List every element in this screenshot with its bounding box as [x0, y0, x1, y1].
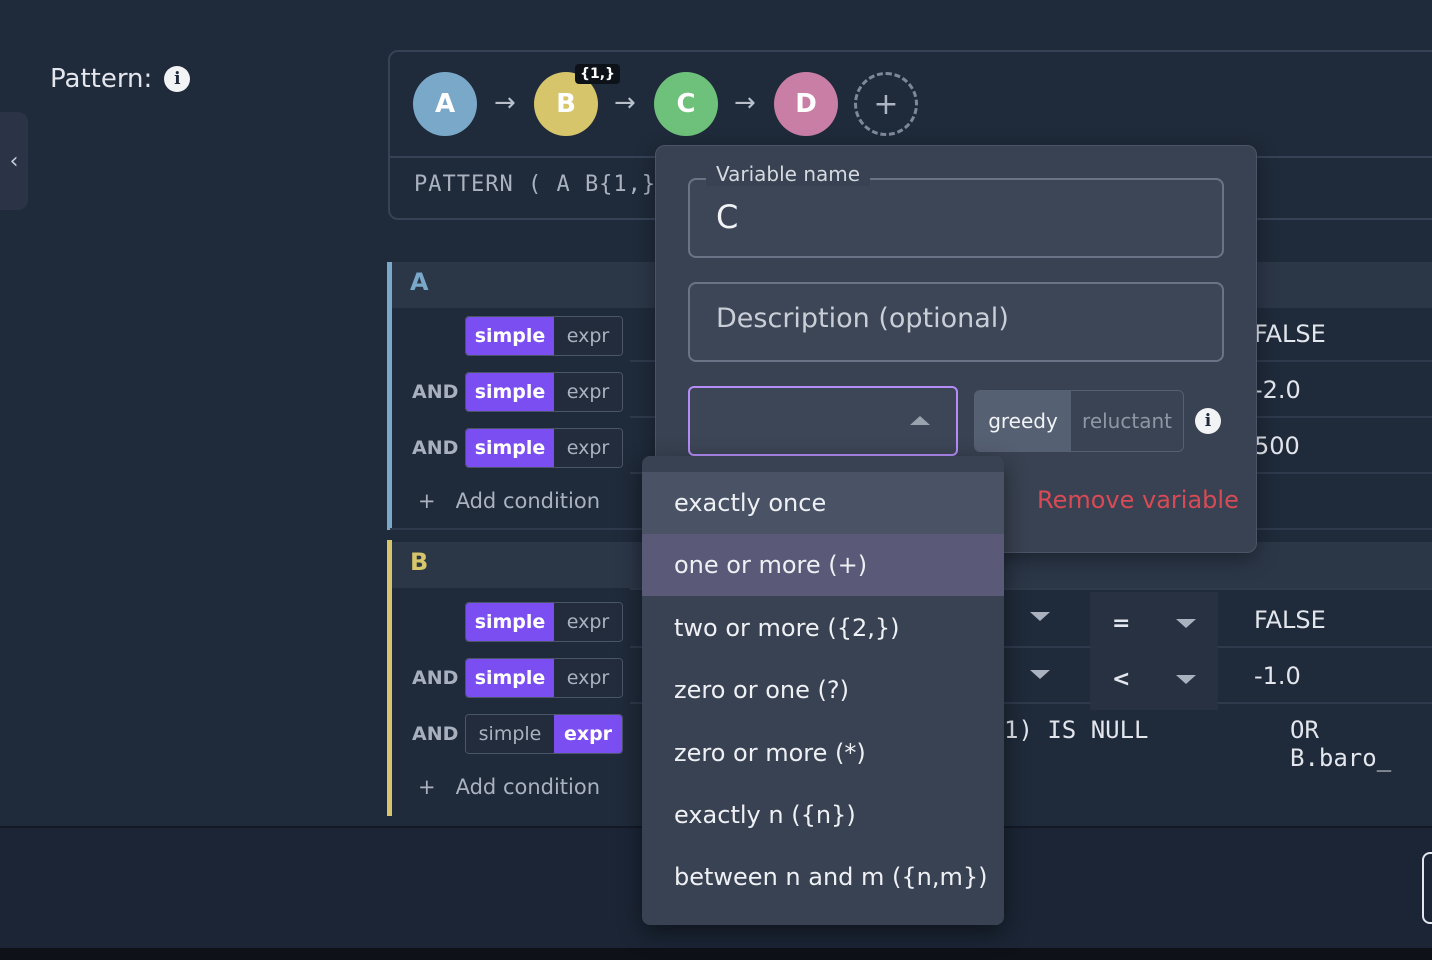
description-placeholder: Description (optional): [716, 303, 1009, 334]
plus-icon: +: [873, 86, 899, 122]
section-bar-b: [387, 540, 392, 816]
expr-toggle[interactable]: expr: [554, 659, 622, 697]
dropdown-option[interactable]: zero or one (?): [642, 659, 1004, 721]
greedy-reluctant-toggle: greedy reluctant: [974, 390, 1184, 452]
condition-value[interactable]: FALSE: [1254, 320, 1326, 348]
add-condition-button[interactable]: + Add condition: [418, 775, 600, 799]
info-icon[interactable]: i: [1195, 408, 1221, 434]
expr-toggle[interactable]: expr: [554, 317, 622, 355]
dropdown-option[interactable]: zero or more (*): [642, 722, 1004, 784]
condition-value[interactable]: -2.0: [1254, 376, 1301, 404]
caret-down-icon: [1030, 670, 1050, 679]
quantifier-dropdown: exactly once one or more (+) two or more…: [642, 456, 1004, 925]
caret-down-icon: [1030, 612, 1050, 621]
chevron-left-icon: ‹: [9, 148, 19, 174]
and-label: AND: [412, 667, 459, 689]
operator-value: =: [1112, 610, 1131, 636]
condition-mode-toggle: simple expr: [465, 372, 623, 412]
condition-value[interactable]: -1.0: [1254, 662, 1301, 690]
pattern-node-d[interactable]: D: [774, 72, 838, 136]
bottom-toolbar: [0, 948, 1432, 960]
expr-toggle[interactable]: expr: [554, 715, 622, 753]
condition-mode-toggle: simple expr: [465, 714, 623, 754]
caret-down-icon: [1176, 618, 1196, 628]
arrow-right-icon: →: [614, 88, 636, 118]
simple-toggle[interactable]: simple: [466, 373, 554, 411]
and-label: AND: [412, 437, 459, 459]
reluctant-option[interactable]: reluctant: [1071, 391, 1183, 451]
and-label: AND: [412, 381, 459, 403]
and-label: AND: [412, 723, 459, 745]
greedy-option[interactable]: greedy: [975, 391, 1071, 451]
condition-expression-continued[interactable]: OR B.baro_: [1290, 716, 1432, 772]
plus-icon: +: [418, 489, 436, 513]
condition-mode-toggle: simple expr: [465, 658, 623, 698]
dropdown-option[interactable]: one or more (+): [642, 534, 1004, 596]
field-select-caret[interactable]: [1030, 612, 1050, 621]
expr-toggle[interactable]: expr: [554, 373, 622, 411]
simple-toggle[interactable]: simple: [466, 429, 554, 467]
add-condition-label: Add condition: [455, 489, 601, 513]
variable-name-field[interactable]: [688, 178, 1224, 258]
operator-select[interactable]: =: [1090, 592, 1218, 654]
condition-mode-toggle: simple expr: [465, 428, 623, 468]
operator-select[interactable]: <: [1090, 648, 1218, 710]
dropdown-option[interactable]: two or more ({2,}): [642, 597, 1004, 659]
condition-value[interactable]: 500: [1254, 432, 1300, 460]
sidebar-collapse-button[interactable]: ‹: [0, 112, 28, 210]
add-condition-label: Add condition: [455, 775, 601, 799]
add-condition-button[interactable]: + Add condition: [418, 489, 600, 513]
condition-expression[interactable]: 1) IS NULL: [1004, 716, 1149, 744]
plus-icon: +: [418, 775, 436, 799]
quantifier-badge: {1,}: [575, 64, 620, 84]
info-icon[interactable]: i: [164, 66, 191, 92]
section-letter-a: A: [410, 268, 429, 296]
arrow-right-icon: →: [734, 88, 756, 118]
condition-value[interactable]: FALSE: [1254, 606, 1326, 634]
simple-toggle[interactable]: simple: [466, 659, 554, 697]
arrow-right-icon: →: [494, 88, 516, 118]
add-variable-button[interactable]: +: [854, 72, 918, 136]
condition-mode-toggle: simple expr: [465, 602, 623, 642]
simple-toggle[interactable]: simple: [466, 603, 554, 641]
pattern-node-c[interactable]: C: [654, 72, 718, 136]
bottom-action-button[interactable]: [1422, 852, 1432, 924]
variable-name-value: C: [716, 198, 739, 236]
section-bar-a: [387, 262, 392, 530]
variable-name-label: Variable name: [706, 162, 871, 186]
operator-value: <: [1112, 666, 1131, 692]
pattern-node-a[interactable]: A: [413, 72, 477, 136]
simple-toggle[interactable]: simple: [466, 715, 554, 753]
field-select-caret[interactable]: [1030, 670, 1050, 679]
expr-toggle[interactable]: expr: [554, 603, 622, 641]
caret-down-icon: [1176, 674, 1196, 684]
pattern-label-text: Pattern:: [50, 64, 153, 94]
expr-toggle[interactable]: expr: [554, 429, 622, 467]
pattern-expression: PATTERN ( A B{1,}: [414, 172, 657, 197]
dropdown-option[interactable]: exactly n ({n}): [642, 784, 1004, 846]
simple-toggle[interactable]: simple: [466, 317, 554, 355]
section-letter-b: B: [410, 548, 429, 576]
pattern-label: Pattern: i: [50, 64, 191, 94]
condition-mode-toggle: simple expr: [465, 316, 623, 356]
dropdown-option[interactable]: exactly once: [642, 472, 1004, 534]
caret-up-icon: [910, 416, 930, 425]
remove-variable-button[interactable]: Remove variable: [1037, 486, 1239, 514]
dropdown-option[interactable]: between n and m ({n,m}): [642, 846, 1004, 908]
